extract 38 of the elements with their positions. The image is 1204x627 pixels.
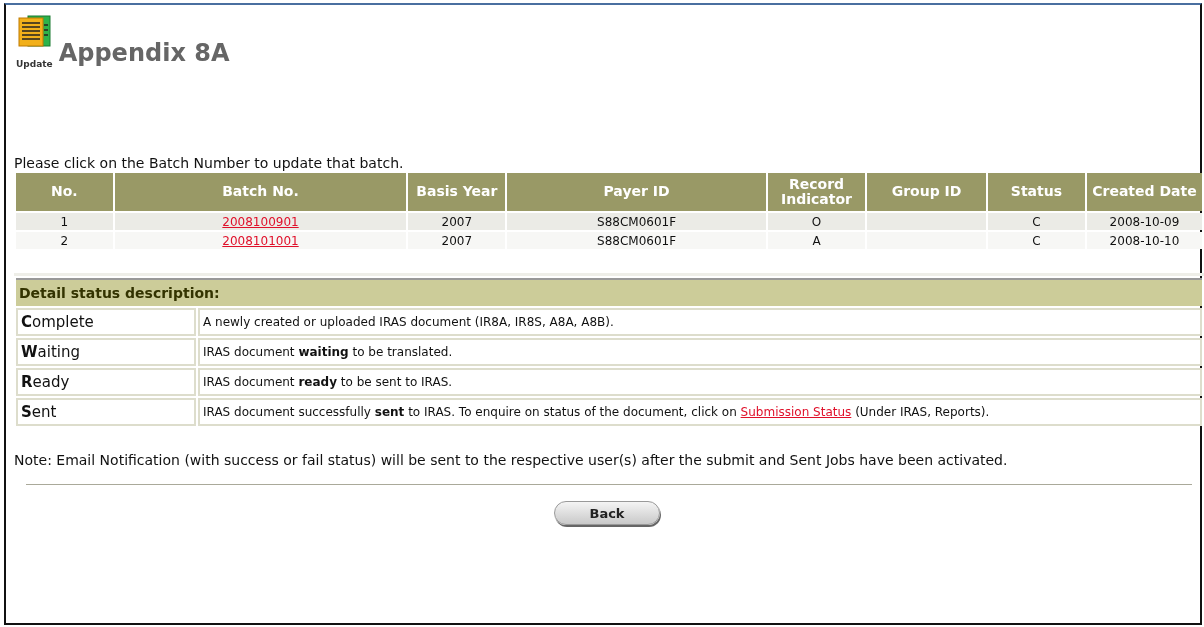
table-cell: O xyxy=(767,213,866,230)
status-description: IRAS document waiting to be translated. xyxy=(198,338,1202,366)
table-cell: 2007 xyxy=(408,213,506,230)
status-name: Ready xyxy=(16,368,196,396)
section-header: Detail status description: xyxy=(16,278,1202,306)
column-header: Created Date xyxy=(1086,173,1202,211)
submission-status-link[interactable]: Submission Status xyxy=(740,405,852,419)
batch-link[interactable]: 2008101001 xyxy=(222,233,299,248)
note-text: Note: Email Notification (with success or fail status) will be sent to the respective user(s) after the submit and Sent Jobs have been activated. xyxy=(14,451,1009,470)
table-cell: S88CM0601F xyxy=(507,232,766,249)
status-name: Complete xyxy=(16,308,196,336)
status-description: IRAS document ready to be sent to IRAS. xyxy=(198,368,1202,396)
column-header: No. xyxy=(16,173,113,211)
column-header: Basis Year xyxy=(408,173,506,211)
table-cell: 2007 xyxy=(408,232,506,249)
column-header: Payer ID xyxy=(507,173,766,211)
icon-label: Update xyxy=(16,59,53,69)
column-header: Record Indicator xyxy=(767,173,866,211)
back-button[interactable]: Back xyxy=(554,501,660,526)
table-cell: 2008-10-09 xyxy=(1086,213,1202,230)
column-header: Batch No. xyxy=(114,173,407,211)
instruction-text: Please click on the Batch Number to update that batch. xyxy=(14,155,405,171)
column-header: Group ID xyxy=(867,173,986,211)
batch-link[interactable]: 2008100901 xyxy=(222,214,299,229)
table-cell: C xyxy=(987,213,1085,230)
status-description: IRAS document successfully sent to IRAS. To enquire on status of the document, click on Submission Status (Under IRAS, Reports). xyxy=(198,398,1202,426)
page-title: Appendix 8A xyxy=(58,41,230,65)
status-description: A newly created or uploaded IRAS document (IR8A, IR8S, A8A, A8B). xyxy=(198,308,1202,336)
status-name: Sent xyxy=(16,398,196,426)
table-cell: 2008-10-10 xyxy=(1086,232,1202,249)
status-name: Waiting xyxy=(16,338,196,366)
table-cell: 1 xyxy=(16,213,113,230)
table-cell: A xyxy=(767,232,866,249)
column-header: Status xyxy=(987,173,1085,211)
table-cell: S88CM0601F xyxy=(507,213,766,230)
table-cell: 2 xyxy=(16,232,113,249)
document-icon xyxy=(18,15,52,47)
table-cell: C xyxy=(987,232,1085,249)
